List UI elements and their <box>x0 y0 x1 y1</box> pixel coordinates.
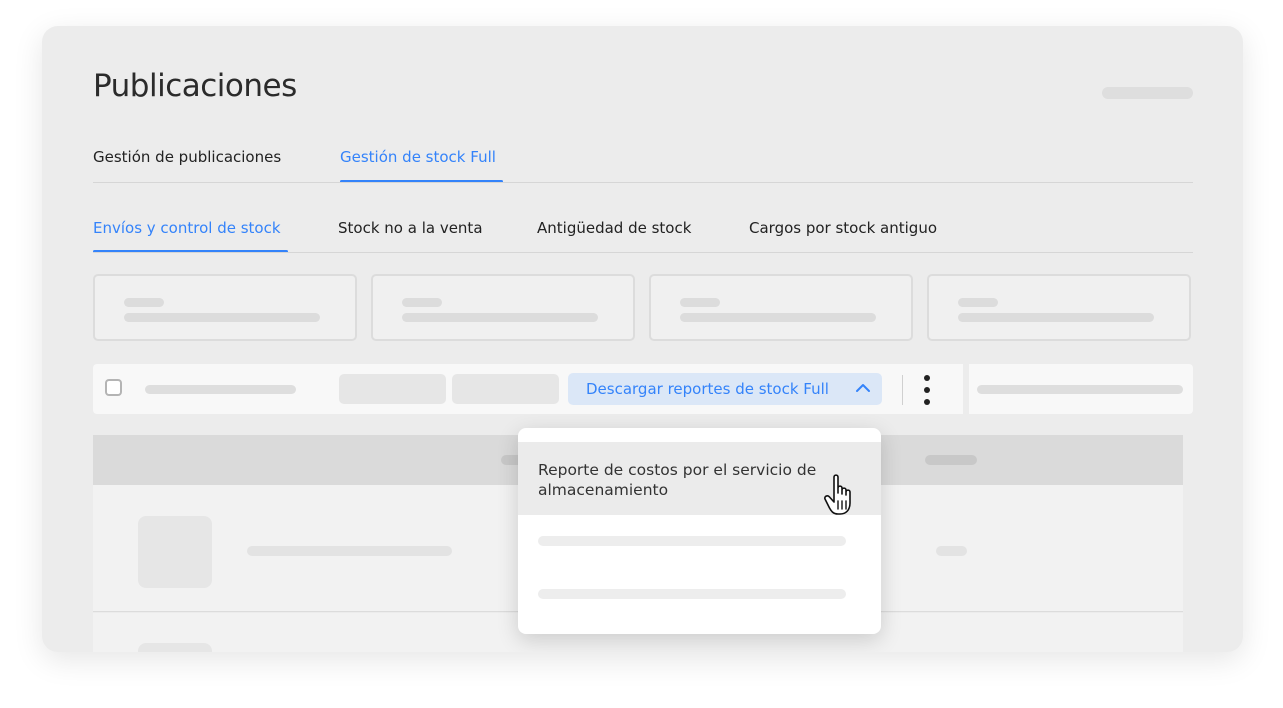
subtab-cargos-stock-antiguo[interactable]: Cargos por stock antiguo <box>749 219 937 237</box>
subtab-antiguedad-stock[interactable]: Antigüedad de stock <box>537 219 691 237</box>
hand-pointer-icon <box>824 474 851 515</box>
page-title: Publicaciones <box>93 68 297 104</box>
kebab-menu-icon[interactable] <box>921 373 933 407</box>
row-text-placeholder <box>936 546 967 556</box>
tabs-divider <box>93 182 1193 183</box>
kpi-card <box>371 274 635 341</box>
dropdown-item-placeholder[interactable] <box>538 589 846 599</box>
column-header-placeholder <box>925 455 977 465</box>
subtab-envios-control-stock[interactable]: Envíos y control de stock <box>93 219 281 237</box>
download-reports-label: Descargar reportes de stock Full <box>586 380 829 398</box>
kpi-card <box>927 274 1191 341</box>
chevron-up-icon <box>856 384 870 392</box>
filter-button-placeholder[interactable] <box>452 374 559 404</box>
kpi-card <box>93 274 357 341</box>
select-all-checkbox[interactable] <box>105 379 122 396</box>
subtab-stock-no-venta[interactable]: Stock no a la venta <box>338 219 483 237</box>
filter-button-placeholder[interactable] <box>339 374 446 404</box>
row-text-placeholder <box>247 546 452 556</box>
search-placeholder[interactable] <box>977 385 1183 394</box>
download-reports-dropdown: Reporte de costos por el servicio de alm… <box>518 428 881 634</box>
download-reports-button[interactable]: Descargar reportes de stock Full <box>568 373 882 405</box>
dropdown-item-label: Reporte de costos por el servicio de alm… <box>538 461 817 499</box>
toolbar-separator <box>902 375 903 405</box>
subtabs-divider <box>93 252 1193 253</box>
publications-panel: Publicaciones Gestión de publicaciones G… <box>42 26 1243 652</box>
product-thumbnail <box>138 516 212 588</box>
header-action-placeholder <box>1102 87 1193 99</box>
kpi-card <box>649 274 913 341</box>
product-thumbnail <box>138 643 212 652</box>
dropdown-item-placeholder[interactable] <box>538 536 846 546</box>
tab-gestion-publicaciones[interactable]: Gestión de publicaciones <box>93 148 281 166</box>
list-toolbar: Descargar reportes de stock Full <box>93 364 1193 414</box>
toolbar-label-placeholder <box>145 385 296 394</box>
tab-gestion-stock-full[interactable]: Gestión de stock Full <box>340 148 496 166</box>
